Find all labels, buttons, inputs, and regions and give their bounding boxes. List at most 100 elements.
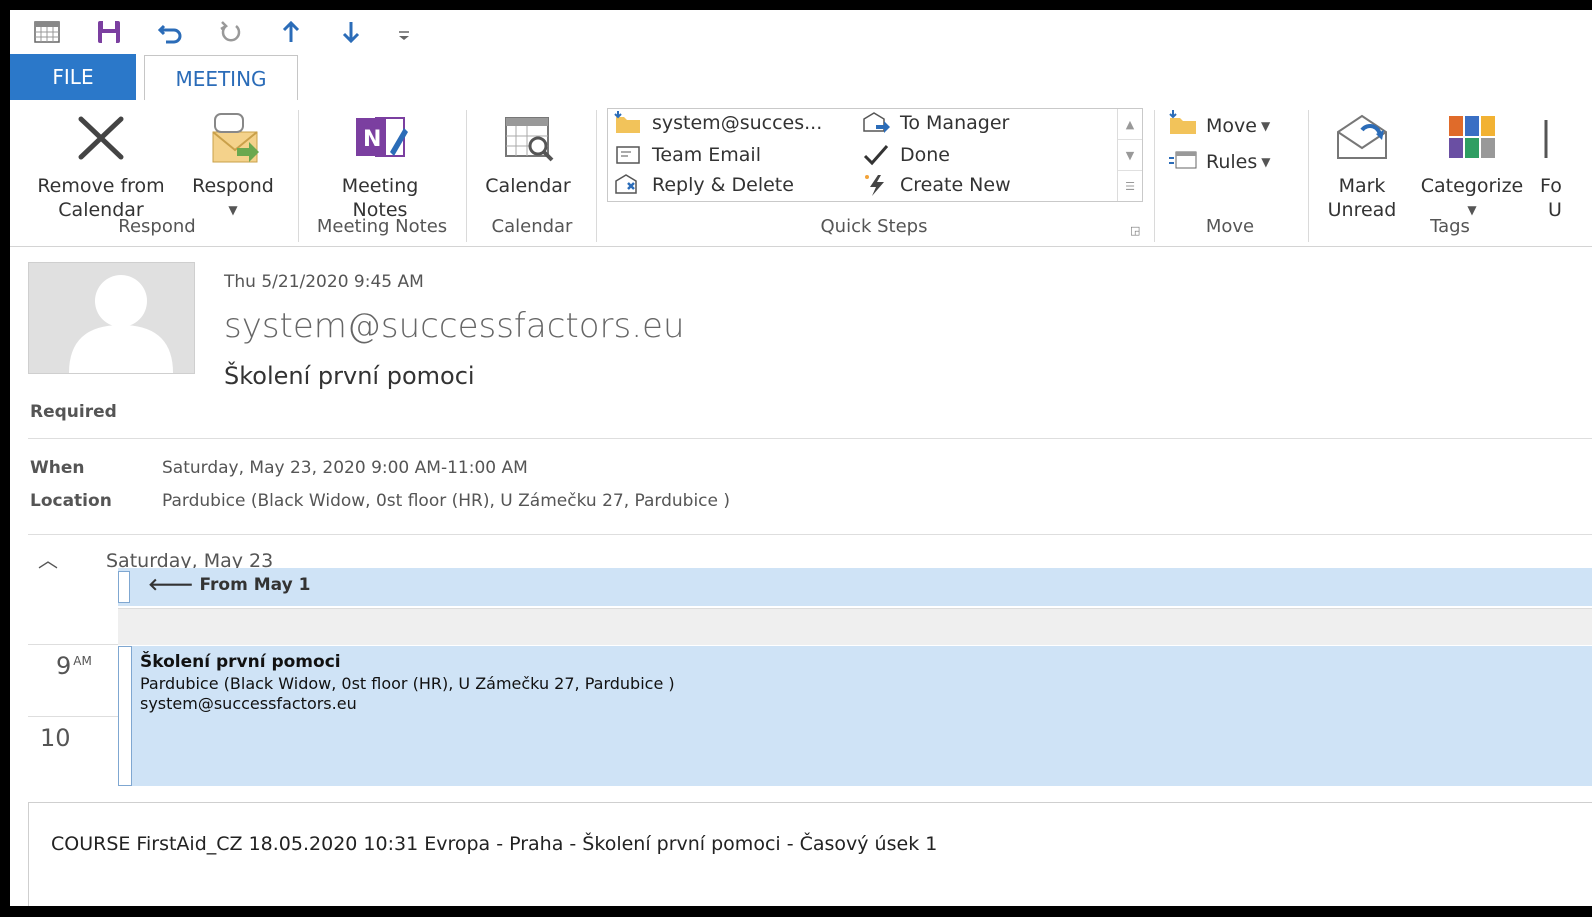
message-body-text: COURSE FirstAid_CZ 18.05.2020 10:31 Evro…	[51, 833, 938, 855]
tab-file[interactable]: FILE	[10, 54, 136, 100]
calendar-time-slot	[118, 608, 1592, 645]
location-label: Location	[30, 491, 112, 511]
arrow-left-icon: 🡐	[148, 575, 200, 595]
move-label: Move	[1206, 114, 1257, 137]
rules-button[interactable]: Rules ▼	[1168, 146, 1271, 177]
scroll-down-icon[interactable]: ▼	[1118, 140, 1142, 171]
message-body[interactable]: COURSE FirstAid_CZ 18.05.2020 10:31 Evro…	[28, 802, 1592, 906]
tab-meeting[interactable]: MEETING	[144, 55, 298, 101]
categorize-button[interactable]: Categorize ▼	[1410, 108, 1534, 222]
respond-envelope-icon	[180, 108, 286, 168]
dialog-launcher-icon[interactable]: ◲	[1130, 224, 1140, 237]
reply-delete-icon	[614, 173, 642, 197]
meeting-notes-label-line1: Meeting	[341, 175, 419, 197]
quick-step-reply-delete[interactable]: Reply & Delete	[614, 173, 794, 197]
quick-step-done[interactable]: Done	[862, 143, 950, 167]
group-separator	[1308, 110, 1309, 242]
group-label-respond: Respond	[118, 216, 196, 237]
quick-access-toolbar	[10, 10, 1592, 54]
calendar-icon[interactable]	[32, 18, 62, 46]
folder-move-icon	[1168, 110, 1198, 141]
categorize-label: Categorize	[1420, 175, 1524, 197]
quick-step-move-to-folder[interactable]: system@succes...	[614, 111, 822, 135]
gallery-expand-icon[interactable]: ☰	[1118, 171, 1142, 201]
when-label: When	[30, 458, 85, 478]
respond-label: Respond	[192, 175, 274, 197]
from-previous-text: From May 1	[199, 575, 311, 595]
appointment-location: Pardubice (Black Widow, 0st floor (HR), …	[140, 674, 675, 693]
divider	[28, 438, 1592, 439]
from-previous-appointment-bar[interactable]: 🡐 From May 1	[118, 568, 1592, 606]
time-label-10: 10	[40, 724, 71, 752]
calendar-label: Calendar	[485, 175, 571, 197]
required-attendees-label[interactable]: Required	[30, 402, 117, 422]
quick-step-create-new[interactable]: Create New	[862, 173, 1011, 197]
from-previous-label: 🡐 From May 1	[148, 575, 310, 595]
time-9-suffix: AM	[73, 654, 92, 668]
mark-unread-button[interactable]: Mark Unread	[1316, 108, 1408, 222]
quick-step-to-manager[interactable]: To Manager	[862, 111, 1009, 135]
remove-label-line1: Remove from	[37, 175, 165, 197]
group-label-calendar: Calendar	[491, 216, 573, 237]
quick-step-label: Create New	[900, 174, 1011, 196]
group-separator	[298, 110, 299, 242]
group-label-tags: Tags	[1430, 216, 1470, 237]
appointment-tab	[118, 646, 132, 786]
quick-step-label: To Manager	[900, 112, 1010, 134]
calendar-appointment[interactable]: Školení první pomoci Pardubice (Black Wi…	[118, 646, 1592, 786]
quick-steps-scrollbar[interactable]: ▲ ▼ ☰	[1117, 109, 1142, 201]
quick-step-label: system@succes...	[652, 112, 823, 134]
remove-from-calendar-button[interactable]: Remove from Calendar	[22, 108, 180, 222]
ribbon-tab-bar: FILE MEETING	[10, 54, 1592, 101]
calendar-button[interactable]: Calendar	[472, 108, 584, 198]
meeting-notes-button[interactable]: N Meeting Notes	[320, 108, 440, 222]
when-value: Saturday, May 23, 2020 9:00 AM-11:00 AM	[162, 458, 528, 478]
message-subject: Školení první pomoci	[224, 362, 475, 390]
appointment-title: Školení první pomoci	[140, 652, 341, 672]
mark-unread-envelope-icon	[1316, 108, 1408, 168]
redo-icon[interactable]	[216, 18, 246, 46]
move-button[interactable]: Move ▼	[1168, 110, 1270, 141]
divider	[28, 644, 118, 645]
email-icon	[614, 143, 642, 167]
follow-up-button[interactable]: Fo U	[1540, 108, 1592, 222]
undo-icon[interactable]	[156, 18, 186, 46]
previous-item-icon[interactable]	[276, 18, 306, 46]
appointment-organizer: system@successfactors.eu	[140, 694, 357, 713]
next-item-icon[interactable]	[336, 18, 366, 46]
divider	[28, 534, 1592, 535]
time-9-hour: 9	[56, 652, 72, 680]
calendar-search-icon	[472, 108, 584, 168]
rules-label: Rules	[1206, 150, 1258, 173]
quick-step-label: Team Email	[652, 144, 761, 166]
rules-dropdown-caret-icon: ▼	[1261, 154, 1271, 169]
quick-step-team-email[interactable]: Team Email	[614, 143, 761, 167]
mark-unread-label-line1: Mark	[1338, 175, 1386, 197]
move-dropdown-caret-icon: ▼	[1260, 118, 1271, 133]
location-value: Pardubice (Black Widow, 0st floor (HR), …	[162, 491, 731, 511]
lightning-icon	[862, 173, 890, 197]
quick-step-label: Done	[900, 144, 950, 166]
svg-text:N: N	[363, 127, 381, 152]
outlook-meeting-window: FILE MEETING Remove from Calendar Respon…	[10, 10, 1592, 906]
scroll-up-icon[interactable]: ▲	[1118, 109, 1142, 140]
group-label-meeting-notes: Meeting Notes	[316, 216, 448, 237]
quick-steps-gallery: system@succes... To Manager Team Email D…	[607, 108, 1143, 202]
ribbon: Remove from Calendar Respond ▼ Respond N…	[10, 100, 1592, 247]
sender-avatar	[28, 262, 195, 374]
checkmark-icon	[862, 143, 890, 167]
sender-address[interactable]: system@successfactors.eu	[224, 306, 685, 346]
rules-icon	[1168, 146, 1198, 177]
group-separator	[596, 110, 597, 242]
save-icon[interactable]	[94, 18, 124, 46]
flag-icon	[1540, 108, 1592, 168]
forward-envelope-icon	[862, 111, 890, 135]
folder-move-icon	[614, 111, 642, 135]
remove-x-icon	[22, 108, 180, 168]
group-separator	[1154, 110, 1155, 242]
customize-qat-icon[interactable]	[390, 18, 420, 46]
categorize-grid-icon	[1410, 108, 1534, 168]
group-label-move: Move	[1205, 216, 1255, 237]
collapse-calendar-icon[interactable]: ︿	[38, 544, 58, 573]
respond-button[interactable]: Respond ▼	[180, 108, 286, 222]
